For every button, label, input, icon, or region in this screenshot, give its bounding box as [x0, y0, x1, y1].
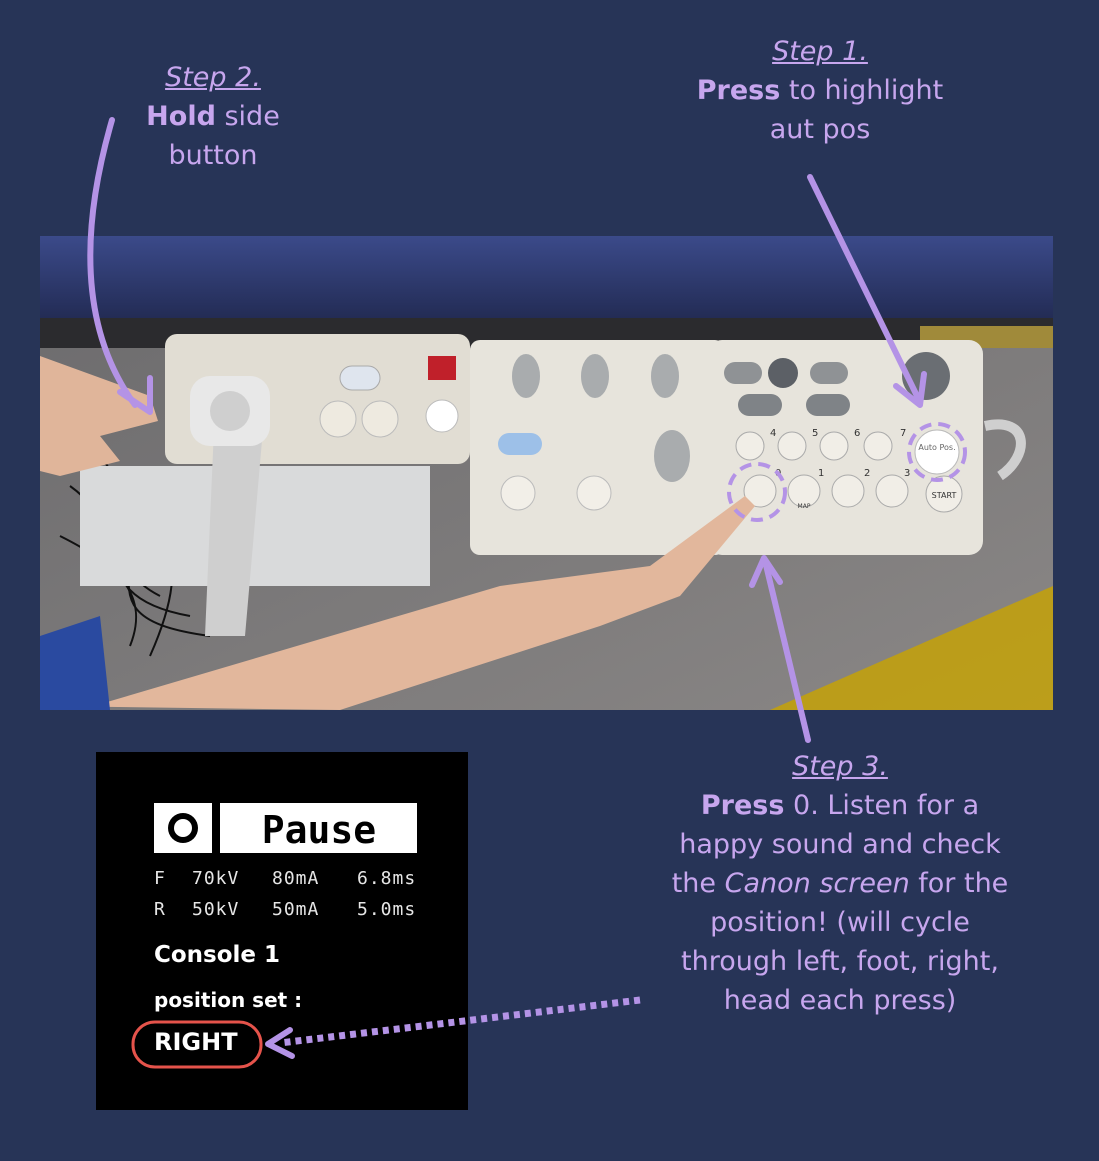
- step-2-text-line1: side: [215, 101, 280, 132]
- key-4-label: 4: [770, 428, 776, 439]
- key-3-label: 3: [904, 468, 910, 479]
- auto-pos-button[interactable]: [914, 429, 960, 475]
- step-3-text-line1: 0. Listen for a: [784, 790, 980, 821]
- console-number: Console 1: [154, 942, 281, 968]
- step-3-text-line4: position! (will cycle: [710, 907, 970, 938]
- pause-status-text: Pause: [262, 808, 376, 852]
- readout-r-ms: 5.0ms: [357, 899, 417, 920]
- table-pad: [40, 236, 1053, 318]
- step-1-title: Step 1.: [772, 36, 868, 67]
- start-label: START: [932, 491, 957, 500]
- key-6-label: 6: [854, 428, 860, 439]
- readout-f-ma: 80mA: [272, 868, 320, 889]
- step-3-text-line3-post: for the: [909, 868, 1009, 899]
- step-2-text-line2: button: [168, 140, 258, 171]
- readout-r-kv: 50kV: [192, 899, 240, 920]
- step-3-verb: Press: [700, 790, 785, 821]
- step-2-instruction: Step 2. Hold side button: [113, 58, 313, 175]
- pause-status-banner: Pause: [154, 801, 417, 855]
- step-1-text-line1: to highlight: [780, 75, 944, 106]
- key-2-label: 2: [864, 468, 870, 479]
- position-value: RIGHT: [154, 1028, 238, 1056]
- step-3-text-line3-pre: the: [671, 868, 725, 899]
- key-1-label: 1: [818, 468, 824, 479]
- step-1-verb: Press: [696, 75, 781, 106]
- readout-row-f: F 70kV 80mA 6.8ms: [154, 868, 415, 889]
- readout-f-ms: 6.8ms: [357, 868, 417, 889]
- key-5-label: 5: [812, 428, 818, 439]
- step-3-text-line6: head each press): [723, 985, 957, 1016]
- step-2-title: Step 2.: [165, 62, 261, 93]
- position-set-label: position set :: [154, 988, 303, 1012]
- step-1-instruction: Step 1. Press to highlight aut pos: [660, 32, 980, 149]
- canon-screen: Pause F 70kV 80mA 6.8ms R 50kV 50mA 5.0m…: [96, 752, 468, 1110]
- step-3-title: Step 3.: [792, 751, 888, 782]
- readout-r-ma: 50mA: [272, 899, 320, 920]
- key-7-label: 7: [900, 428, 906, 439]
- step-3-canon-screen-emphasis: Canon screen: [724, 868, 910, 899]
- readout-r-mode: R: [154, 899, 166, 920]
- step-3-text-line2: happy sound and check: [679, 829, 1001, 860]
- step-2-verb: Hold: [146, 101, 216, 132]
- readout-f-kv: 70kV: [192, 868, 240, 889]
- console-photo-illustration: Auto Pos. START MAP 4 5 6 7 0 1 2 3: [40, 236, 1053, 710]
- step-3-instruction: Step 3. Press 0. Listen for a happy soun…: [640, 747, 1040, 1020]
- step-3-text-line5: through left, foot, right,: [681, 946, 999, 977]
- auto-pos-label: Auto Pos.: [918, 443, 955, 452]
- key-0-label: 0: [775, 468, 781, 479]
- readout-f-mode: F: [154, 868, 166, 889]
- console-photo: Auto Pos. START MAP 4 5 6 7 0 1 2 3: [40, 236, 1053, 710]
- step-1-text-line2: aut pos: [769, 114, 871, 145]
- readout-row-r: R 50kV 50mA 5.0ms: [154, 899, 415, 920]
- map-label: MAP: [798, 503, 811, 510]
